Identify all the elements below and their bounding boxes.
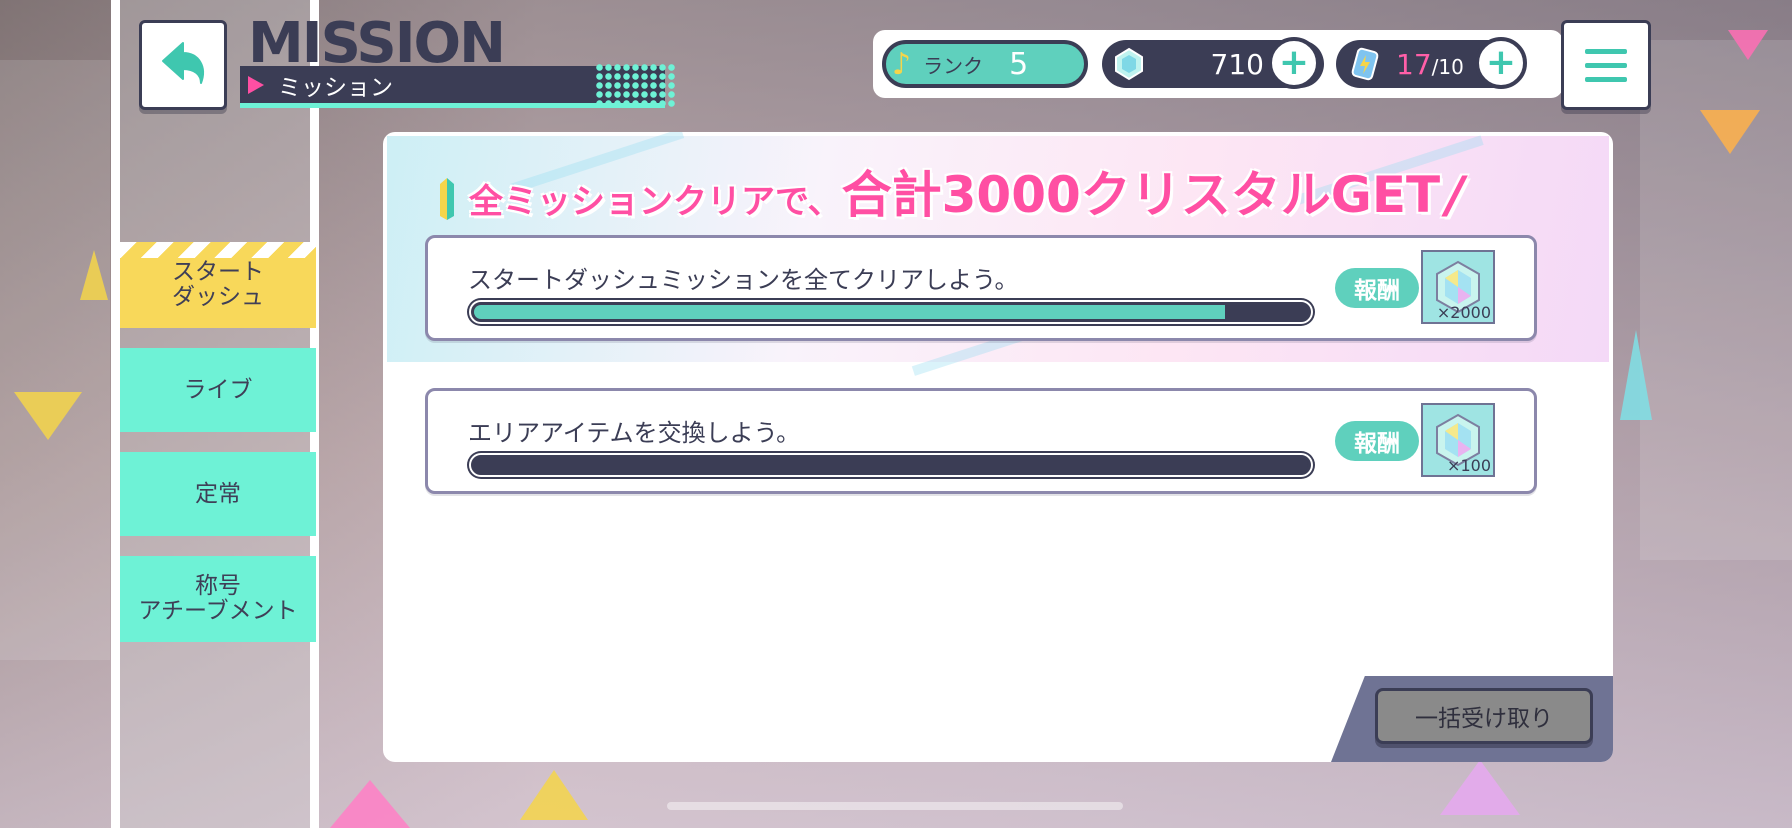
halftone-decoration: [595, 63, 675, 108]
rank-display: ♪ ランク 5: [882, 40, 1088, 88]
rank-value: 5: [1009, 46, 1029, 82]
hamburger-menu-icon: [1585, 48, 1627, 54]
sidebar-tab-label: ライブ: [183, 376, 253, 403]
background-building: [1640, 40, 1792, 560]
sidebar-tab-label: 定常: [195, 480, 241, 507]
play-triangle-icon: [248, 75, 264, 94]
sidebar-tab-live[interactable]: ライブ: [120, 348, 316, 432]
mission-card: エリアアイテムを交換しよう。 報酬 ×100: [425, 388, 1537, 494]
banner-suffix: /: [1446, 166, 1465, 224]
confetti-triangle: [14, 392, 82, 440]
mission-progress-fill: [474, 305, 1225, 319]
page-title: MISSION: [248, 11, 506, 76]
crystal-icon: [1115, 47, 1143, 81]
mission-panel: 全ミッションクリアで、 合計3000クリスタルGET / スタートダッシュミッシ…: [383, 132, 1613, 762]
confetti-triangle: [1700, 110, 1760, 154]
sidebar-tab-start-dash[interactable]: スタート ダッシュ: [120, 242, 316, 328]
confetti-triangle: [1728, 30, 1768, 60]
confetti-triangle: [330, 780, 410, 828]
energy-current: 17: [1396, 47, 1432, 81]
mission-text: エリアアイテムを交換しよう。: [468, 419, 801, 447]
plus-icon: +: [1278, 42, 1310, 83]
sidebar-tab-title-achievement[interactable]: 称号 アチーブメント: [120, 556, 316, 642]
reward-quantity: ×100: [1447, 456, 1491, 475]
background-storefront: [0, 60, 110, 660]
hamburger-menu-icon: [1585, 62, 1627, 68]
beginner-leaf-icon: [440, 178, 454, 220]
mission-text: スタートダッシュミッションを全てクリアしよう。: [468, 266, 1019, 294]
add-energy-button[interactable]: +: [1475, 37, 1527, 89]
menu-button[interactable]: [1561, 20, 1651, 110]
reward-quantity: ×2000: [1436, 303, 1491, 322]
mission-progress-bar: [471, 455, 1311, 475]
banner-highlight: 合計3000クリスタルGET: [841, 166, 1441, 224]
add-crystal-button[interactable]: +: [1268, 37, 1320, 89]
page-subtitle: ミッション: [278, 74, 393, 101]
reward-label: 報酬: [1335, 268, 1419, 308]
banner-headline: 全ミッションクリアで、 合計3000クリスタルGET /: [439, 168, 1464, 222]
reward-item[interactable]: ×2000: [1421, 250, 1495, 324]
sidebar-tab-label: スタート ダッシュ: [172, 259, 264, 310]
energy-battery-icon: [1351, 47, 1379, 81]
reward-label: 報酬: [1335, 421, 1419, 461]
mission-card: スタートダッシュミッションを全てクリアしよう。 報酬 ×2000: [425, 235, 1537, 341]
claim-all-button[interactable]: 一括受け取り: [1375, 688, 1593, 744]
home-indicator[interactable]: [667, 802, 1123, 810]
music-note-icon: ♪: [892, 46, 912, 82]
mission-progress-bar: [471, 302, 1311, 322]
energy-value: 17/10: [1396, 48, 1464, 81]
energy-max: /10: [1431, 54, 1464, 79]
confetti-triangle: [80, 250, 108, 300]
sidebar-tab-regular[interactable]: 定常: [120, 452, 316, 536]
plus-icon: +: [1485, 42, 1517, 83]
confetti-triangle: [520, 770, 588, 820]
hamburger-menu-icon: [1585, 76, 1627, 82]
sidebar-tab-label: 称号 アチーブメント: [138, 573, 298, 624]
crystal-count: 710: [1210, 47, 1264, 81]
back-button[interactable]: [139, 20, 227, 110]
confetti-triangle: [1620, 330, 1652, 420]
back-arrow-icon: [162, 42, 204, 84]
confetti-triangle: [1440, 760, 1520, 815]
rank-label: ランク: [923, 53, 984, 78]
banner-prefix: 全ミッションクリアで、: [469, 182, 842, 222]
reward-item[interactable]: ×100: [1421, 403, 1495, 477]
